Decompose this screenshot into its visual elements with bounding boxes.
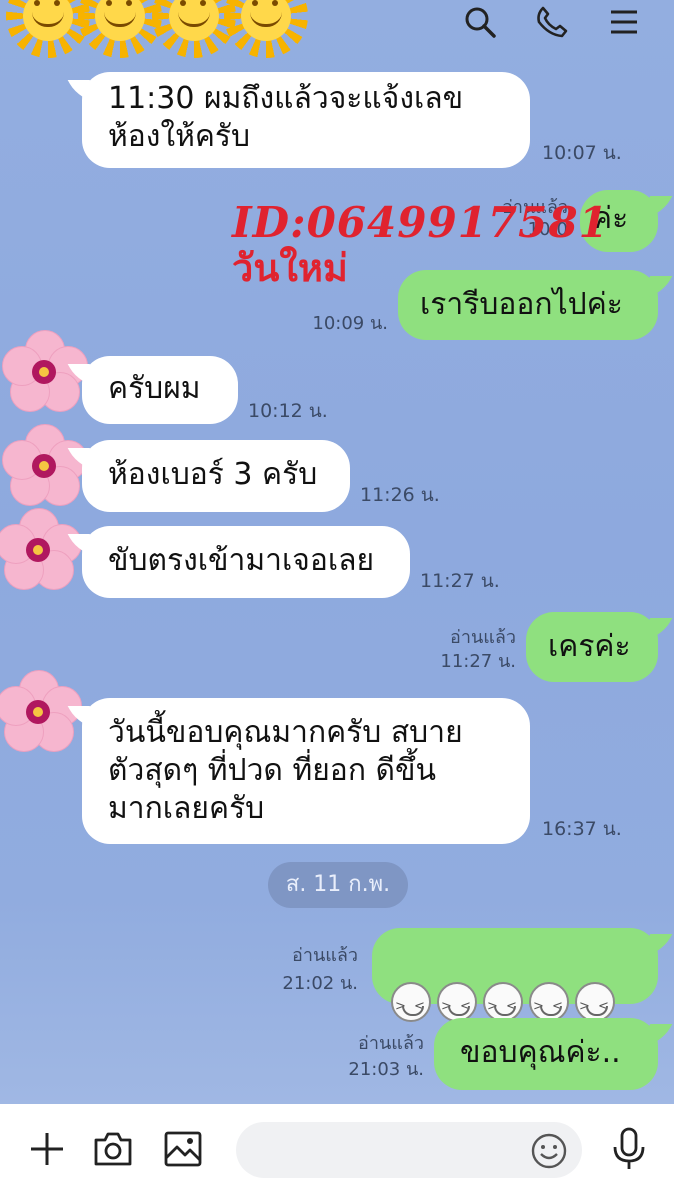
message-read-status: อ่านแล้ว [292, 945, 358, 966]
message-time: 10:09 น. [312, 313, 388, 334]
message-bubble-outgoing[interactable]: เครค่ะ [526, 612, 658, 682]
sun-icon [152, 0, 236, 58]
message-time: 10:12 น. [248, 400, 328, 422]
phone-icon[interactable] [532, 2, 572, 42]
message-bubble-incoming[interactable]: ครับผม [82, 356, 238, 424]
chat-header [0, 0, 674, 60]
date-separator: ส. 11 ก.พ. [268, 862, 408, 908]
message-bubble-outgoing[interactable]: ขอบคุณค่ะ.. [434, 1018, 658, 1090]
overlay-id-text: ID:0649917581 [232, 198, 609, 247]
message-bubble-incoming[interactable]: 11:30 ผมถึงแล้วจะแจ้งเลข ห้องให้ครับ [82, 72, 530, 168]
message-input[interactable] [236, 1122, 582, 1178]
message-time: 11:27 น. [440, 651, 516, 672]
message-bubble-incoming[interactable]: ห้องเบอร์ 3 ครับ [82, 440, 350, 512]
message-bubble-incoming[interactable]: ขับตรงเข้ามาเจอเลย [82, 526, 410, 598]
message-time: 11:27 น. [420, 570, 500, 592]
message-bubble-incoming[interactable]: วันนี้ขอบคุณมากครับ สบาย ตัวสุดๆ ที่ปวด … [82, 698, 530, 844]
emoji-sticker-message[interactable] [372, 928, 658, 1026]
plus-icon[interactable] [24, 1126, 70, 1172]
camera-icon[interactable] [90, 1126, 136, 1172]
laughing-emoji-icon [575, 982, 615, 1026]
sun-stickers [6, 0, 320, 58]
emoji-icon[interactable] [526, 1128, 572, 1174]
laughing-emoji-icon [391, 982, 431, 1026]
message-read-status: อ่านแล้ว [450, 627, 516, 648]
microphone-icon[interactable] [606, 1126, 652, 1172]
message-time: 11:26 น. [360, 484, 440, 506]
sun-icon [224, 0, 308, 58]
message-time: 10:07 น. [542, 142, 622, 164]
message-time: 16:37 น. [542, 818, 622, 840]
image-icon[interactable] [160, 1126, 206, 1172]
laughing-emoji-icon [483, 982, 523, 1026]
message-input-bar [0, 1104, 674, 1200]
flower-avatar-icon[interactable] [2, 424, 88, 508]
laughing-emoji-icon [529, 982, 569, 1026]
message-bubble-outgoing[interactable]: เรารีบออกไปค่ะ [398, 270, 658, 340]
flower-avatar-icon[interactable] [0, 670, 82, 754]
sun-icon [78, 0, 162, 58]
flower-avatar-icon[interactable] [0, 508, 82, 592]
laughing-emoji-icon [437, 982, 477, 1026]
message-read-status: อ่านแล้ว [358, 1033, 424, 1054]
sun-icon [6, 0, 90, 58]
message-time: 21:03 น. [348, 1059, 424, 1080]
menu-icon[interactable] [604, 2, 644, 42]
message-time: 21:02 น. [282, 973, 358, 994]
search-icon[interactable] [460, 2, 500, 42]
